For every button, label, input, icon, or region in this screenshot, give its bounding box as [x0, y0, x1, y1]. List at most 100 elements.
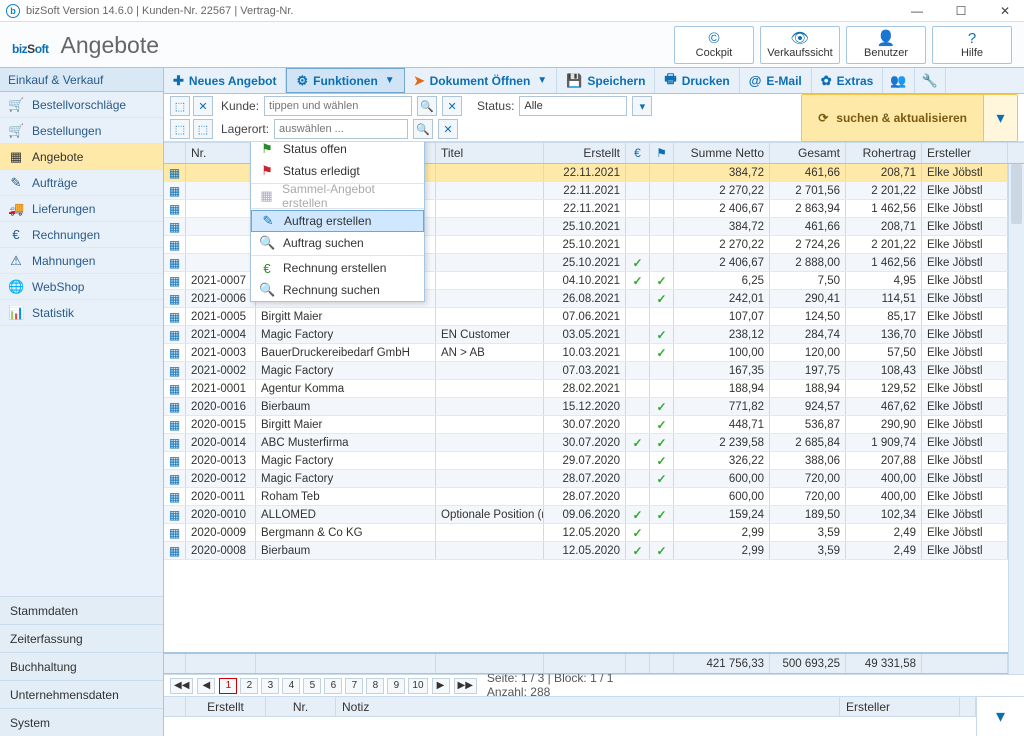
toolbar-Funktionen[interactable]: ⚙Funktionen▼: [286, 68, 404, 93]
sub-col-nr[interactable]: Nr.: [266, 697, 336, 716]
col-icon[interactable]: [164, 143, 186, 163]
col-ersteller[interactable]: Ersteller: [922, 143, 1008, 163]
page-7[interactable]: 7: [345, 678, 363, 694]
table-row[interactable]: ▦2020-0010ALLOMEDOptionale Position (nic…: [164, 506, 1024, 524]
table-row[interactable]: ▦2020-0008Bierbaum12.05.2020✓✓2,993,592,…: [164, 542, 1024, 560]
navtail-zeiterfassung[interactable]: Zeiterfassung: [0, 624, 163, 652]
table-row[interactable]: ▦2021-0003BauerDruckereibedarf GmbHAN > …: [164, 344, 1024, 362]
nav-rechnungen[interactable]: €Rechnungen: [0, 222, 163, 248]
nav-aufträge[interactable]: ✎Aufträge: [0, 170, 163, 196]
minimize-button[interactable]: —: [904, 4, 930, 18]
vertical-scrollbar[interactable]: [1008, 164, 1024, 674]
header: bizSoft Angebote ©Cockpit👁Verkaufssicht👤…: [0, 22, 1024, 68]
nav-lieferungen[interactable]: 🚚Lieferungen: [0, 196, 163, 222]
page-2[interactable]: 2: [240, 678, 258, 694]
col-flag-icon[interactable]: ⚑: [650, 143, 674, 163]
col-nr[interactable]: Nr.: [186, 143, 256, 163]
menu-rechnung-suchen[interactable]: 🔍Rechnung suchen: [251, 279, 424, 301]
nav-bestellvorschläge[interactable]: 🛒Bestellvorschläge: [0, 92, 163, 118]
navtail-stammdaten[interactable]: Stammdaten: [0, 596, 163, 624]
header-benutzer-button[interactable]: 👤Benutzer: [846, 26, 926, 64]
navtail-unternehmensdaten[interactable]: Unternehmensdaten: [0, 680, 163, 708]
pager-prev[interactable]: ◀: [197, 678, 215, 694]
maximize-button[interactable]: ☐: [948, 4, 974, 18]
sub-col-ersteller[interactable]: Ersteller: [840, 697, 960, 716]
nav-angebote[interactable]: ▦Angebote: [0, 144, 163, 170]
status-select[interactable]: [519, 96, 627, 116]
close-button[interactable]: ✕: [992, 4, 1018, 18]
sub-col-erstellt[interactable]: Erstellt: [186, 697, 266, 716]
filter-small-1[interactable]: ⬚: [170, 96, 190, 116]
search-dropdown-button[interactable]: ▾: [983, 95, 1017, 141]
page-4[interactable]: 4: [282, 678, 300, 694]
page-9[interactable]: 9: [387, 678, 405, 694]
toolbar-Dokument Öffnen[interactable]: ➤Dokument Öffnen▼: [405, 68, 557, 93]
navtail-buchhaltung[interactable]: Buchhaltung: [0, 652, 163, 680]
table-row[interactable]: ▦2020-0012Magic Factory28.07.2020✓600,00…: [164, 470, 1024, 488]
table-row[interactable]: ▦2021-0001Agentur Komma28.02.2021188,941…: [164, 380, 1024, 398]
table-row[interactable]: ▦2021-0002Magic Factory07.03.2021167,351…: [164, 362, 1024, 380]
table-row[interactable]: ▦2021-0005Birgitt Maier07.06.2021107,071…: [164, 308, 1024, 326]
col-erstellt[interactable]: Erstellt: [544, 143, 626, 163]
menu-auftrag-erstellen[interactable]: ✎Auftrag erstellen: [251, 210, 424, 232]
col-titel[interactable]: Titel: [436, 143, 544, 163]
nav-webshop[interactable]: 🌐WebShop: [0, 274, 163, 300]
toolbar-Drucken[interactable]: 🖶Drucken: [655, 68, 739, 93]
page-3[interactable]: 3: [261, 678, 279, 694]
col-gesamt[interactable]: Gesamt: [770, 143, 846, 163]
header-hilfe-button[interactable]: ?Hilfe: [932, 26, 1012, 64]
navtail-system[interactable]: System: [0, 708, 163, 736]
table-row[interactable]: ▦2021-0004Magic FactoryEN Customer03.05.…: [164, 326, 1024, 344]
kunde-clear-icon[interactable]: ✕: [442, 96, 462, 116]
logo: bizSoft: [12, 29, 49, 60]
sum-gesamt: 500 693,25: [770, 654, 846, 673]
nav-section-head[interactable]: Einkauf & Verkauf: [0, 68, 163, 92]
col-netto[interactable]: Summe Netto: [674, 143, 770, 163]
table-row[interactable]: ▦2020-0009Bergmann & Co KG12.05.2020✓2,9…: [164, 524, 1024, 542]
toolbar-Extras[interactable]: ✿Extras: [812, 68, 884, 93]
header-cockpit-button[interactable]: ©Cockpit: [674, 26, 754, 64]
search-refresh-button[interactable]: ⟳suchen & aktualisieren: [802, 95, 983, 141]
pager-first[interactable]: ◀◀: [170, 678, 193, 694]
toolbar-Neues Angebot[interactable]: ✚Neues Angebot: [164, 68, 286, 93]
page-1[interactable]: 1: [219, 678, 237, 694]
kunde-search-icon[interactable]: 🔍: [417, 96, 437, 116]
kunde-input[interactable]: [264, 96, 412, 116]
nav-mahnungen[interactable]: ⚠Mahnungen: [0, 248, 163, 274]
filter-bar: ⬚ ✕ ⬚ ⬚ Kunde: 🔍 ✕ Status: ▾: [164, 94, 1024, 142]
status-chevron-icon[interactable]: ▾: [632, 96, 652, 116]
page-8[interactable]: 8: [366, 678, 384, 694]
menu-rechnung-erstellen[interactable]: €Rechnung erstellen: [251, 257, 424, 279]
menu-auftrag-suchen[interactable]: 🔍Auftrag suchen: [251, 232, 424, 254]
lager-search-icon[interactable]: 🔍: [413, 119, 433, 139]
table-row[interactable]: ▦2020-0011Roham Teb28.07.2020600,00720,0…: [164, 488, 1024, 506]
header-verkaufssicht-button[interactable]: 👁Verkaufssicht: [760, 26, 840, 64]
nav-bestellungen[interactable]: 🛒Bestellungen: [0, 118, 163, 144]
lager-input[interactable]: [274, 119, 408, 139]
kunde-label: Kunde:: [221, 99, 259, 113]
table-row[interactable]: ▦2020-0014ABC Musterfirma30.07.2020✓✓2 2…: [164, 434, 1024, 452]
col-rohertrag[interactable]: Rohertrag: [846, 143, 922, 163]
table-row[interactable]: ▦2020-0016Bierbaum15.12.2020✓771,82924,5…: [164, 398, 1024, 416]
menu-status-offen[interactable]: ⚑Status offen: [251, 142, 424, 160]
page-6[interactable]: 6: [324, 678, 342, 694]
nav-statistik[interactable]: 📊Statistik: [0, 300, 163, 326]
lager-clear-icon[interactable]: ✕: [438, 119, 458, 139]
page-10[interactable]: 10: [408, 678, 427, 694]
sub-col-notiz[interactable]: Notiz: [336, 697, 840, 716]
filter-small-2[interactable]: ✕: [193, 96, 213, 116]
toolbar-👥[interactable]: 👥: [883, 68, 914, 93]
col-euro-icon[interactable]: €: [626, 143, 650, 163]
table-row[interactable]: ▦2020-0013Magic Factory29.07.2020✓326,22…: [164, 452, 1024, 470]
pager-last[interactable]: ▶▶: [454, 678, 477, 694]
menu-status-erledigt[interactable]: ⚑Status erledigt: [251, 160, 424, 182]
toolbar-E-Mail[interactable]: @E-Mail: [740, 68, 812, 93]
filter-small-3[interactable]: ⬚: [170, 119, 190, 139]
pager-next[interactable]: ▶: [432, 678, 450, 694]
table-row[interactable]: ▦2020-0015Birgitt Maier30.07.2020✓448,71…: [164, 416, 1024, 434]
page-5[interactable]: 5: [303, 678, 321, 694]
toolbar-Speichern[interactable]: 💾Speichern: [557, 68, 655, 93]
sub-expand-button[interactable]: ▾: [976, 697, 1024, 736]
filter-small-4[interactable]: ⬚: [193, 119, 213, 139]
toolbar-🔧[interactable]: 🔧: [915, 68, 946, 93]
